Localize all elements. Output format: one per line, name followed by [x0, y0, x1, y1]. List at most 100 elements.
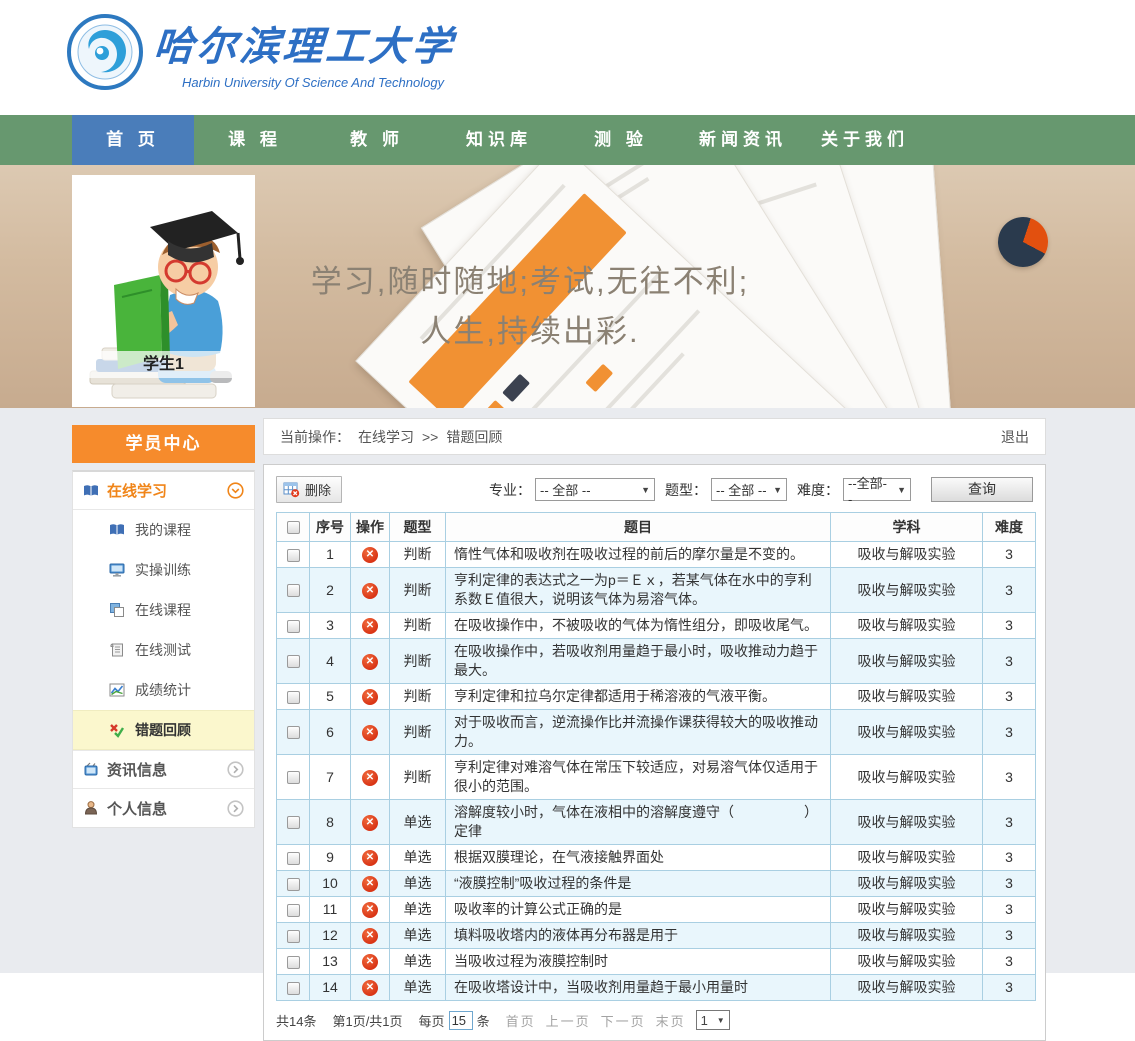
type-filter-label: 题型： — [665, 480, 707, 500]
question-row: 5✕判断亨利定律和拉乌尔定律都适用于稀溶液的气液平衡。吸收与解吸实验3 — [277, 684, 1036, 710]
row-checkbox[interactable] — [287, 956, 300, 969]
delete-question-icon[interactable]: ✕ — [362, 654, 378, 670]
difficulty-select-value: --全部-- — [848, 473, 891, 507]
row-checkbox[interactable] — [287, 726, 300, 739]
wrong-questions-table: 序号 操作 题型 题目 学科 难度 1✕判断惰性气体和吸收剂在吸收过程的前后的摩… — [276, 512, 1036, 1001]
prev-page-link[interactable]: 上一页 — [546, 1011, 591, 1030]
row-checkbox[interactable] — [287, 549, 300, 562]
nav-item[interactable]: 教 师 — [316, 115, 438, 165]
row-checkbox[interactable] — [287, 930, 300, 943]
row-checkbox[interactable] — [287, 620, 300, 633]
delete-question-icon[interactable]: ✕ — [362, 980, 378, 996]
page-number-select[interactable]: 1▼ — [696, 1010, 730, 1030]
select-all-checkbox[interactable] — [287, 521, 300, 534]
delete-question-icon[interactable]: ✕ — [362, 547, 378, 563]
sidebar-item-label: 在线课程 — [135, 600, 191, 620]
delete-question-icon[interactable]: ✕ — [362, 928, 378, 944]
delete-question-icon[interactable]: ✕ — [362, 902, 378, 918]
row-number: 2 — [310, 568, 351, 613]
per-page-input[interactable] — [449, 1011, 473, 1030]
nav-item[interactable]: 新闻资讯 — [682, 115, 804, 165]
delete-question-icon[interactable]: ✕ — [362, 850, 378, 866]
delete-selected-button[interactable]: 删除 — [276, 476, 342, 503]
sidebar-item-online-testing[interactable]: 在线测试 — [73, 630, 254, 670]
nav-item[interactable]: 首 页 — [72, 115, 194, 165]
sidebar-item-my-courses[interactable]: 我的课程 — [73, 510, 254, 550]
sidebar-item-online-courses[interactable]: 在线课程 — [73, 590, 254, 630]
row-checkbox[interactable] — [287, 771, 300, 784]
row-checkbox[interactable] — [287, 852, 300, 865]
nav-item[interactable]: 关于我们 — [804, 115, 926, 165]
breadcrumb-section[interactable]: 在线学习 — [358, 427, 414, 447]
major-filter-label: 专业： — [489, 480, 531, 500]
question-type: 单选 — [390, 871, 446, 897]
chevron-right-circle-icon[interactable] — [227, 800, 244, 817]
logout-link[interactable]: 退出 — [1001, 427, 1029, 447]
question-difficulty: 3 — [983, 755, 1036, 800]
last-page-link[interactable]: 末页 — [656, 1011, 686, 1030]
sidebar-menu: 在线学习 我的课程 实操训练 在线课程 在线测试 成绩统计 错题回顾 — [72, 470, 255, 828]
question-row: 2✕判断亨利定律的表达式之一为p＝Ｅｘ，若某气体在水中的亨利系数Ｅ值很大，说明该… — [277, 568, 1036, 613]
delete-question-icon[interactable]: ✕ — [362, 583, 378, 599]
chevron-right-circle-icon[interactable] — [227, 761, 244, 778]
breadcrumb-prefix: 当前操作： — [280, 427, 350, 447]
question-difficulty: 3 — [983, 639, 1036, 684]
question-type: 单选 — [390, 949, 446, 975]
nav-item[interactable]: 知识库 — [438, 115, 560, 165]
row-number: 9 — [310, 845, 351, 871]
delete-question-icon[interactable]: ✕ — [362, 876, 378, 892]
row-checkbox[interactable] — [287, 584, 300, 597]
question-type: 判断 — [390, 542, 446, 568]
question-text: 溶解度较小时，气体在液相中的溶解度遵守（ ）定律 — [446, 800, 831, 845]
sidebar-item-label: 实操训练 — [135, 560, 191, 580]
sidebar-item-label: 错题回顾 — [135, 720, 191, 740]
sidebar-item-personal-info[interactable]: 个人信息 — [73, 789, 254, 827]
nav-item[interactable]: 测 验 — [560, 115, 682, 165]
sidebar-item-online-learning[interactable]: 在线学习 — [73, 472, 254, 510]
delete-question-icon[interactable]: ✕ — [362, 618, 378, 634]
question-type: 判断 — [390, 684, 446, 710]
difficulty-select[interactable]: --全部--▼ — [843, 478, 911, 501]
question-type-select[interactable]: -- 全部 --▼ — [711, 478, 787, 501]
banner-slogan: 学习,随时随地;考试,无往不利; 人生,持续出彩. — [270, 257, 790, 357]
filter-bar: 专业： -- 全部 --▼ 题型： -- 全部 --▼ 难度： --全部--▼ … — [479, 477, 1033, 502]
delete-button-label: 删除 — [305, 480, 331, 499]
major-select[interactable]: -- 全部 --▼ — [535, 478, 655, 501]
column-header-op: 操作 — [351, 513, 390, 542]
row-checkbox[interactable] — [287, 655, 300, 668]
row-checkbox[interactable] — [287, 878, 300, 891]
row-checkbox[interactable] — [287, 982, 300, 995]
delete-question-icon[interactable]: ✕ — [362, 815, 378, 831]
delete-question-icon[interactable]: ✕ — [362, 725, 378, 741]
question-subject: 吸收与解吸实验 — [831, 975, 983, 1001]
query-button[interactable]: 查询 — [931, 477, 1033, 502]
page-info: 第1页/共1页 — [332, 1011, 402, 1030]
university-emblem-icon — [66, 13, 144, 91]
delete-table-icon — [283, 481, 300, 498]
delete-question-icon[interactable]: ✕ — [362, 770, 378, 786]
sidebar-item-wrong-questions-review[interactable]: 错题回顾 — [73, 710, 254, 750]
delete-question-icon[interactable]: ✕ — [362, 954, 378, 970]
student-avatar-card[interactable]: 学生1 — [72, 175, 255, 407]
pagination-bar: 共14条 第1页/共1页 每页 条 首页 上一页 下一页 末页 1▼ — [276, 1010, 1033, 1030]
question-text: 在吸收塔设计中，当吸收剂用量趋于最小用量时 — [446, 975, 831, 1001]
row-checkbox[interactable] — [287, 904, 300, 917]
sidebar-item-score-statistics[interactable]: 成绩统计 — [73, 670, 254, 710]
pages-icon — [109, 602, 125, 618]
sidebar-item-news-info[interactable]: 资讯信息 — [73, 751, 254, 789]
row-number: 13 — [310, 949, 351, 975]
sidebar-item-practical-training[interactable]: 实操训练 — [73, 550, 254, 590]
question-subject: 吸收与解吸实验 — [831, 871, 983, 897]
row-checkbox[interactable] — [287, 691, 300, 704]
chevron-down-circle-icon[interactable] — [227, 482, 244, 499]
nav-item[interactable]: 课 程 — [194, 115, 316, 165]
first-page-link[interactable]: 首页 — [506, 1011, 536, 1030]
row-checkbox[interactable] — [287, 816, 300, 829]
question-type: 判断 — [390, 710, 446, 755]
question-subject: 吸收与解吸实验 — [831, 845, 983, 871]
next-page-link[interactable]: 下一页 — [601, 1011, 646, 1030]
university-logo: 哈尔滨理工大学 Harbin University Of Science And… — [66, 13, 455, 91]
sidebar-title-student-center[interactable]: 学员中心 — [72, 425, 255, 463]
delete-question-icon[interactable]: ✕ — [362, 689, 378, 705]
question-subject: 吸收与解吸实验 — [831, 710, 983, 755]
